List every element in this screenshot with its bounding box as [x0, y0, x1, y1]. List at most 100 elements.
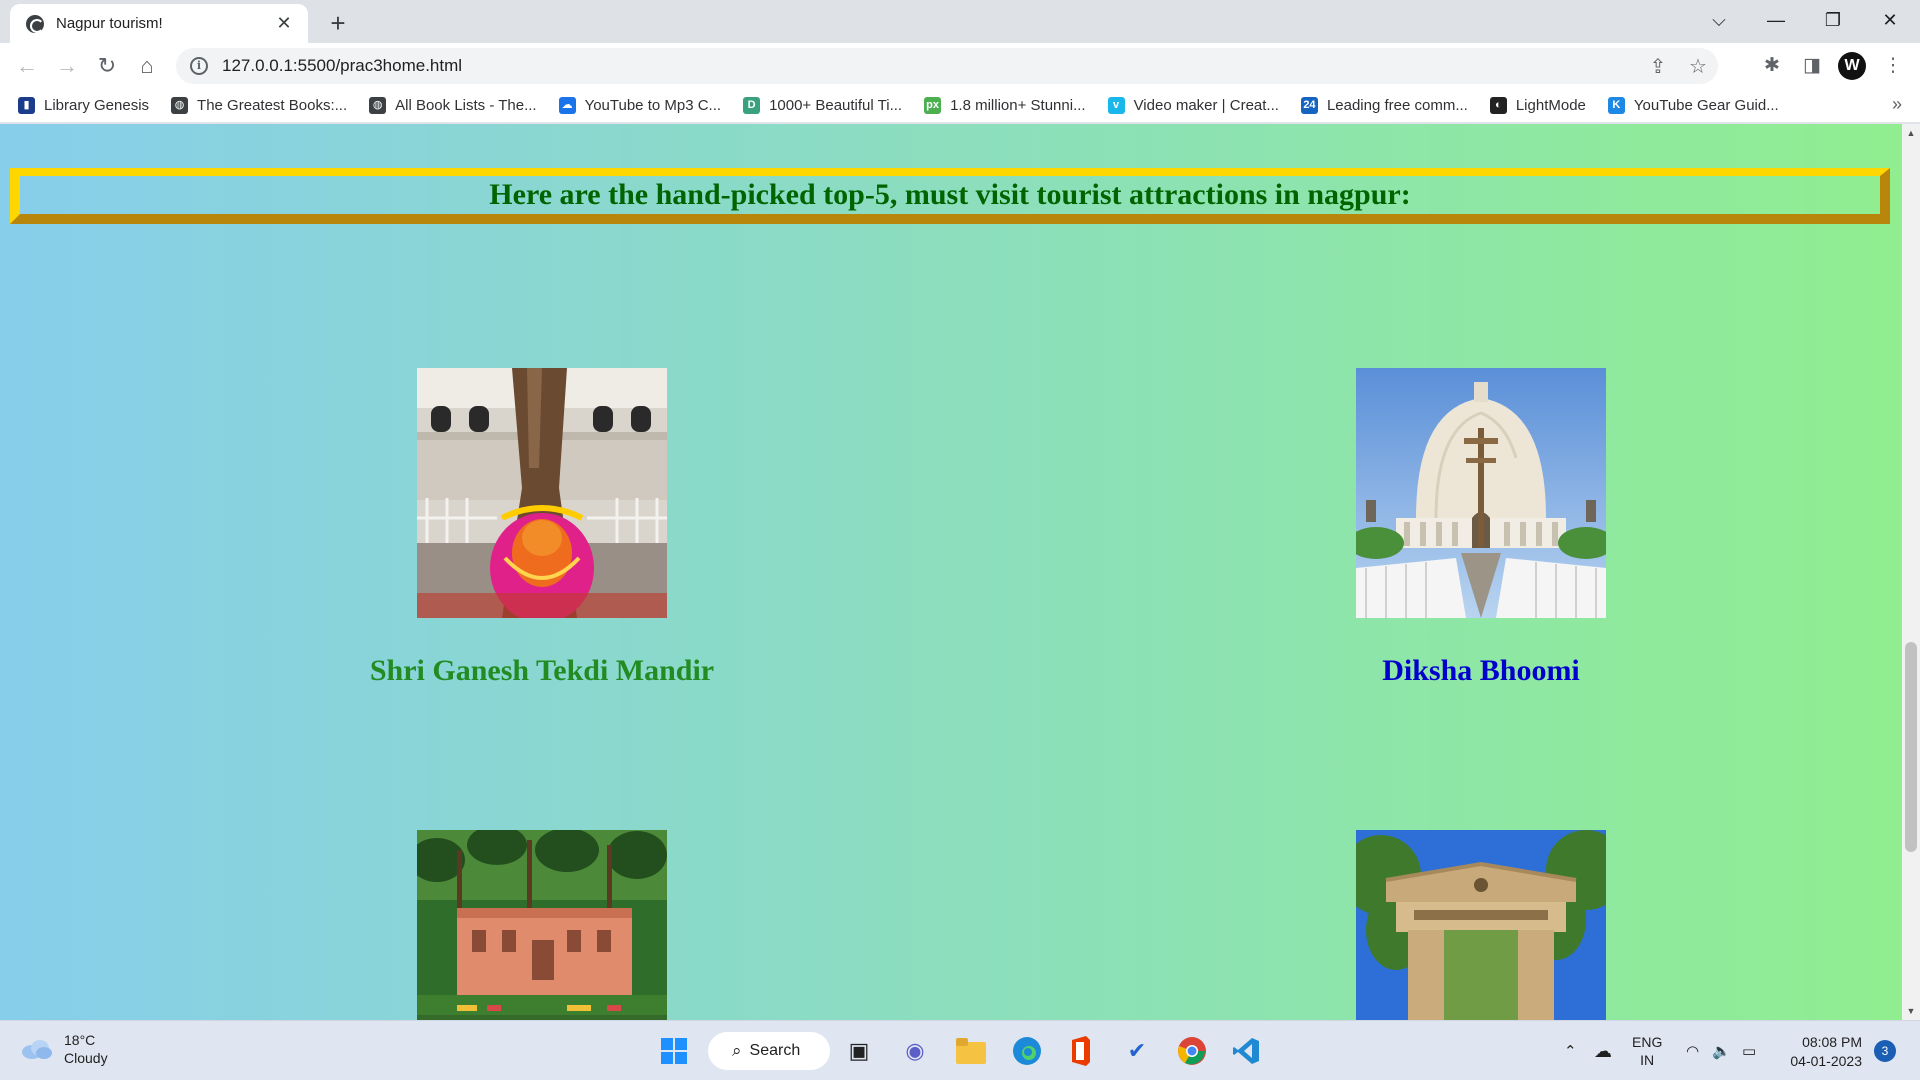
- vscode-icon[interactable]: [1228, 1033, 1264, 1069]
- tab-strip: Nagpur tourism! ✕ + ⌵ — ❐ ✕: [0, 0, 1920, 43]
- weather-temperature: 18°C: [64, 1032, 96, 1048]
- weather-widget[interactable]: 18°C Cloudy: [20, 1031, 108, 1067]
- page-scrollbar[interactable]: ▲ ▼: [1902, 124, 1920, 1020]
- menu-kebab-icon[interactable]: ⋮: [1878, 52, 1908, 80]
- language-code: ENG: [1632, 1034, 1663, 1050]
- todo-icon[interactable]: ✔: [1119, 1033, 1155, 1069]
- bookmark-item[interactable]: px 1.8 million+ Stunni...: [924, 96, 1086, 114]
- office-icon[interactable]: [1063, 1033, 1099, 1069]
- vimeo-icon: v: [1107, 96, 1125, 114]
- new-tab-button[interactable]: +: [322, 8, 354, 40]
- extensions-icon[interactable]: ✱: [1757, 52, 1787, 80]
- task-view-icon[interactable]: ▣: [841, 1033, 877, 1069]
- cloud-download-icon: ☁: [558, 96, 576, 114]
- attraction-card: Diksha Bhoomi: [1281, 368, 1681, 688]
- tab-close-button[interactable]: ✕: [274, 13, 294, 34]
- clock-date: 04-01-2023: [1790, 1053, 1862, 1069]
- garden-building-photo[interactable]: [417, 830, 667, 1020]
- onedrive-icon[interactable]: ☁: [1594, 1021, 1612, 1080]
- bookmark-item[interactable]: K YouTube Gear Guid...: [1607, 96, 1779, 114]
- globe-icon: ◍: [369, 96, 387, 114]
- attraction-name: Shri Ganesh Tekdi Mandir: [369, 654, 715, 687]
- lightmode-icon: ◐: [1489, 96, 1507, 114]
- page-viewport: Here are the hand-picked top-5, must vis…: [0, 124, 1902, 1020]
- cloud-icon: [22, 1040, 52, 1059]
- attraction-card: [1281, 830, 1681, 1020]
- address-bar[interactable]: i 127.0.0.1:5500/prac3home.html ⇪ ☆: [176, 48, 1718, 84]
- close-window-button[interactable]: ✕: [1870, 6, 1910, 34]
- teams-chat-icon[interactable]: ◉: [897, 1033, 933, 1069]
- browser-toolbar: ← → ↻ ⌂ i 127.0.0.1:5500/prac3home.html …: [0, 43, 1920, 88]
- attraction-card: Shri Ganesh Tekdi Mandir: [342, 368, 742, 688]
- scroll-down-icon[interactable]: ▼: [1902, 1002, 1920, 1020]
- browser-tab[interactable]: Nagpur tourism! ✕: [10, 4, 308, 43]
- page-heading: Here are the hand-picked top-5, must vis…: [489, 178, 1411, 211]
- bookmark-star-icon[interactable]: ☆: [1678, 54, 1718, 79]
- restore-button[interactable]: ❐: [1813, 6, 1853, 34]
- bookmark-label: Leading free comm...: [1326, 96, 1468, 114]
- chrome-icon[interactable]: [1174, 1033, 1210, 1069]
- ganesh-tekdi-photo[interactable]: [417, 368, 667, 618]
- bookmark-label: LightMode: [1515, 96, 1586, 114]
- file-explorer-icon[interactable]: [953, 1033, 989, 1069]
- bookmark-item[interactable]: 24 Leading free comm...: [1300, 96, 1468, 114]
- bookmark-item[interactable]: v Video maker | Creat...: [1107, 96, 1279, 114]
- bookmark-label: YouTube Gear Guid...: [1633, 96, 1779, 114]
- taskbar: 18°C Cloudy ⌕ Search ▣ ◉ ✔ ⌃ ☁ ENG IN ◠ …: [0, 1020, 1920, 1080]
- bookmark-item[interactable]: D 1000+ Beautiful Ti...: [743, 96, 903, 114]
- home-icon: ⌂: [140, 53, 154, 78]
- volume-icon[interactable]: 🔈: [1712, 1021, 1731, 1080]
- attraction-card: [342, 830, 742, 1020]
- scroll-up-icon[interactable]: ▲: [1902, 124, 1920, 142]
- reload-icon: ↻: [97, 53, 117, 78]
- clock[interactable]: 08:08 PM 04-01-2023: [1782, 1033, 1862, 1071]
- bookmark-item[interactable]: ◍ The Greatest Books:...: [171, 96, 347, 114]
- profile-avatar[interactable]: W: [1838, 52, 1866, 80]
- edge-browser-icon[interactable]: [1009, 1033, 1045, 1069]
- tab-title: Nagpur tourism!: [56, 15, 163, 32]
- scrollbar-thumb[interactable]: [1905, 642, 1917, 852]
- share-icon[interactable]: ⇪: [1638, 54, 1678, 79]
- kit-icon: K: [1607, 96, 1625, 114]
- clock-time: 08:08 PM: [1802, 1034, 1862, 1050]
- side-panel-icon[interactable]: ◨: [1797, 52, 1827, 80]
- search-label: Search: [749, 1042, 801, 1059]
- notification-badge[interactable]: 3: [1874, 1040, 1896, 1062]
- library-icon: ▮: [18, 96, 35, 114]
- heading-banner: Here are the hand-picked top-5, must vis…: [10, 168, 1890, 224]
- minimize-button[interactable]: —: [1756, 6, 1796, 34]
- url-text[interactable]: 127.0.0.1:5500/prac3home.html: [222, 56, 1638, 76]
- bookmark-item[interactable]: ☁ YouTube to Mp3 C...: [558, 96, 722, 114]
- bookmark-label: YouTube to Mp3 C...: [584, 96, 722, 114]
- forward-button[interactable]: →: [52, 51, 82, 81]
- bookmarks-bar: ▮ Library Genesis ◍ The Greatest Books:... ◍…: [0, 88, 1920, 123]
- search-icon: ⌕: [732, 1041, 742, 1060]
- bookmark-item[interactable]: ◐ LightMode: [1489, 96, 1586, 114]
- wifi-icon[interactable]: ◠: [1686, 1021, 1699, 1080]
- 24-icon: 24: [1300, 96, 1318, 114]
- bookmark-label: 1000+ Beautiful Ti...: [769, 96, 903, 114]
- bookmark-label: Video maker | Creat...: [1133, 96, 1279, 114]
- windows-start-icon[interactable]: [656, 1033, 692, 1069]
- reload-button[interactable]: ↻: [92, 51, 122, 81]
- region-code: IN: [1640, 1052, 1655, 1068]
- bookmark-label: 1.8 million+ Stunni...: [950, 96, 1086, 114]
- arrow-left-icon: ←: [16, 53, 38, 78]
- attraction-name: Diksha Bhoomi: [1382, 654, 1580, 687]
- tray-expand-icon[interactable]: ⌃: [1564, 1021, 1577, 1080]
- back-button[interactable]: ←: [12, 51, 42, 81]
- battery-icon[interactable]: ▭: [1742, 1021, 1756, 1080]
- arrow-right-icon: →: [56, 53, 78, 78]
- globe-icon: [26, 14, 44, 33]
- globe-icon: ◍: [171, 96, 189, 114]
- bookmark-item[interactable]: ▮ Library Genesis: [18, 96, 149, 114]
- home-button[interactable]: ⌂: [132, 51, 162, 81]
- bookmark-item[interactable]: ◍ All Book Lists - The...: [369, 96, 537, 114]
- tab-search-button[interactable]: ⌵: [1699, 6, 1739, 34]
- info-icon[interactable]: i: [190, 57, 208, 75]
- taskbar-search[interactable]: ⌕ Search: [708, 1032, 830, 1070]
- pench-gate-photo[interactable]: [1356, 830, 1606, 1020]
- bookmarks-overflow-icon[interactable]: »: [1892, 94, 1902, 115]
- diksha-bhoomi-photo[interactable]: [1356, 368, 1606, 618]
- language-indicator[interactable]: ENG IN: [1632, 1021, 1662, 1080]
